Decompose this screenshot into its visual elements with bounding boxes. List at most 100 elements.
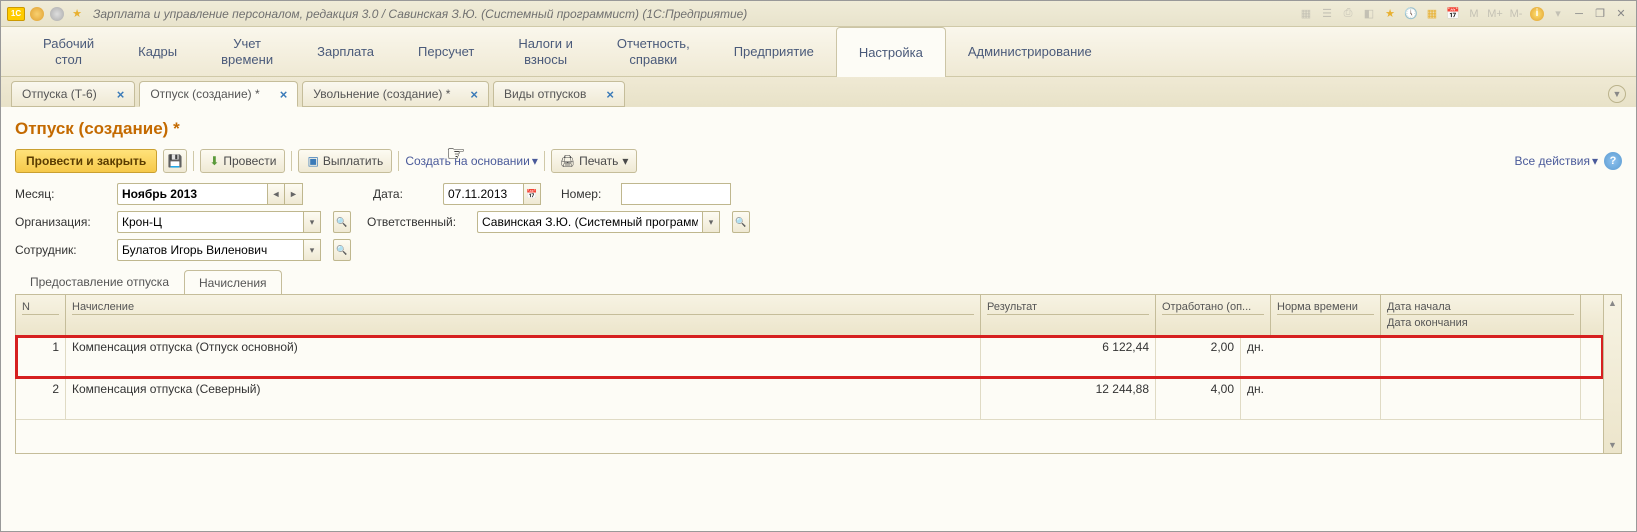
number-label: Номер: [561,187,611,201]
table-cell: 6 122,44 [981,336,1156,377]
month-input[interactable] [117,183,267,205]
org-label: Организация: [15,215,107,229]
org-search-button[interactable]: 🔍 [333,211,351,233]
table-cell: Компенсация отпуска (Северный) [66,378,981,419]
table-row[interactable]: 2Компенсация отпуска (Северный)12 244,88… [16,378,1603,420]
toolbar: Провести и закрыть 💾 ⬇Провести ▣Выплатит… [15,149,1622,173]
star-icon[interactable]: ★ [1381,6,1399,22]
date-input[interactable] [443,183,523,205]
tab-close-icon[interactable]: × [606,87,614,102]
col-norm-header[interactable]: Норма времени [1271,295,1381,335]
doc-tab[interactable]: Отпуска (Т-6)× [11,81,135,107]
tab-close-icon[interactable]: × [280,87,288,102]
emp-dropdown-button[interactable]: ▾ [303,239,321,261]
org-input[interactable] [117,211,303,233]
month-prev-button[interactable]: ◄ [267,183,285,205]
col-name-header[interactable]: Начисление [66,295,981,335]
month-label: Месяц: [15,187,107,201]
col-n-header[interactable]: N [16,295,66,335]
scroll-up-icon[interactable]: ▲ [1604,295,1621,311]
resp-input[interactable] [477,211,702,233]
table-row[interactable]: 1Компенсация отпуска (Отпуск основной)6 … [16,336,1603,378]
doc-tab[interactable]: Виды отпусков × [493,81,625,107]
sub-tab[interactable]: Начисления [184,270,282,295]
col-worked-header[interactable]: Отработано (оп... [1156,295,1271,335]
grid-scrollbar[interactable]: ▲ ▼ [1603,295,1621,453]
history-icon[interactable]: 🕔 [1402,6,1420,22]
resp-search-button[interactable]: 🔍 [732,211,750,233]
sub-tabs: Предоставление отпускаНачисления [15,269,1622,295]
nav-item[interactable]: Налоги ивзносы [496,27,594,76]
forward-icon[interactable] [49,6,65,22]
emp-label: Сотрудник: [15,243,107,257]
table-cell [1271,378,1381,419]
calendar-icon[interactable]: 📅 [1444,6,1462,22]
emp-input[interactable] [117,239,303,261]
tabs-more-button[interactable]: ▼ [1608,85,1626,103]
post-button[interactable]: ⬇Провести [200,149,285,173]
minimize-icon[interactable]: ─ [1570,6,1588,22]
month-next-button[interactable]: ► [285,183,303,205]
print-button[interactable]: 🖨Печать ▾ [551,149,638,173]
calc-icon[interactable]: ▦ [1423,6,1441,22]
nav-item[interactable]: Предприятие [712,27,836,76]
tb-btn-1[interactable]: ▦ [1297,6,1315,22]
nav-item[interactable]: Кадры [116,27,199,76]
all-actions-label: Все действия [1515,154,1590,168]
date-label: Дата: [373,187,433,201]
table-cell: 1 [16,336,66,377]
doc-tab[interactable]: Увольнение (создание) *× [302,81,489,107]
doc-tab[interactable]: Отпуск (создание) *× [139,81,298,107]
maximize-icon[interactable]: ❐ [1591,6,1609,22]
tb-btn-2[interactable]: ☰ [1318,6,1336,22]
resp-label: Ответственный: [367,215,467,229]
resp-dropdown-button[interactable]: ▾ [702,211,720,233]
org-dropdown-button[interactable]: ▾ [303,211,321,233]
number-input[interactable] [621,183,731,205]
tb-btn-3[interactable]: ⎙ [1339,6,1357,22]
window-title: Зарплата и управление персоналом, редакц… [93,7,747,21]
nav-item[interactable]: Зарплата [295,27,396,76]
pay-label: Выплатить [323,154,384,168]
m-plus-icon[interactable]: M+ [1486,6,1504,22]
table-cell: 2,00 [1156,336,1241,377]
m-minus-icon[interactable]: M- [1507,6,1525,22]
sub-tab[interactable]: Предоставление отпуска [15,269,184,294]
nav-item[interactable]: Учетвремени [199,27,295,76]
help-icon[interactable]: ? [1604,152,1622,170]
table-cell: 2 [16,378,66,419]
favorite-icon[interactable]: ★ [69,6,85,22]
table-cell [1381,378,1581,419]
doc-tab-label: Виды отпусков [504,87,586,101]
nav-item[interactable]: Персучет [396,27,496,76]
table-cell: 4,00 [1156,378,1241,419]
all-actions-dropdown[interactable]: Все действия ▾ [1515,154,1599,168]
tb-btn-4[interactable]: ◧ [1360,6,1378,22]
nav-item[interactable]: Настройка [836,27,946,77]
post-and-close-button[interactable]: Провести и закрыть [15,149,157,173]
date-picker-button[interactable]: 📅 [523,183,541,205]
scroll-down-icon[interactable]: ▼ [1604,437,1621,453]
nav-item[interactable]: Рабочийстол [21,27,116,76]
main-nav: РабочийстолКадрыУчетвремениЗарплатаПерсу… [1,27,1636,77]
grid: N Начисление Результат Отработано (оп...… [15,294,1622,454]
tab-close-icon[interactable]: × [470,87,478,102]
info-icon[interactable]: i [1528,6,1546,22]
nav-item[interactable]: Отчетность,справки [595,27,712,76]
close-icon[interactable]: ✕ [1612,6,1630,22]
cursor-icon: ☜ [446,141,466,167]
back-icon[interactable] [29,6,45,22]
create-based-label: Создать на основании [405,154,530,168]
emp-search-button[interactable]: 🔍 [333,239,351,261]
create-based-dropdown[interactable]: Создать на основании ▾ [405,154,538,168]
nav-item[interactable]: Администрирование [946,27,1114,76]
pay-button[interactable]: ▣Выплатить [298,149,392,173]
tab-close-icon[interactable]: × [117,87,125,102]
table-cell: Компенсация отпуска (Отпуск основной) [66,336,981,377]
col-result-header[interactable]: Результат [981,295,1156,335]
col-date-header[interactable]: Дата начала Дата окончания [1381,295,1581,335]
m-icon[interactable]: M [1465,6,1483,22]
dropdown-icon[interactable]: ▾ [1549,6,1567,22]
save-button[interactable]: 💾 [163,149,187,173]
page-title: Отпуск (создание) * [15,119,1622,139]
